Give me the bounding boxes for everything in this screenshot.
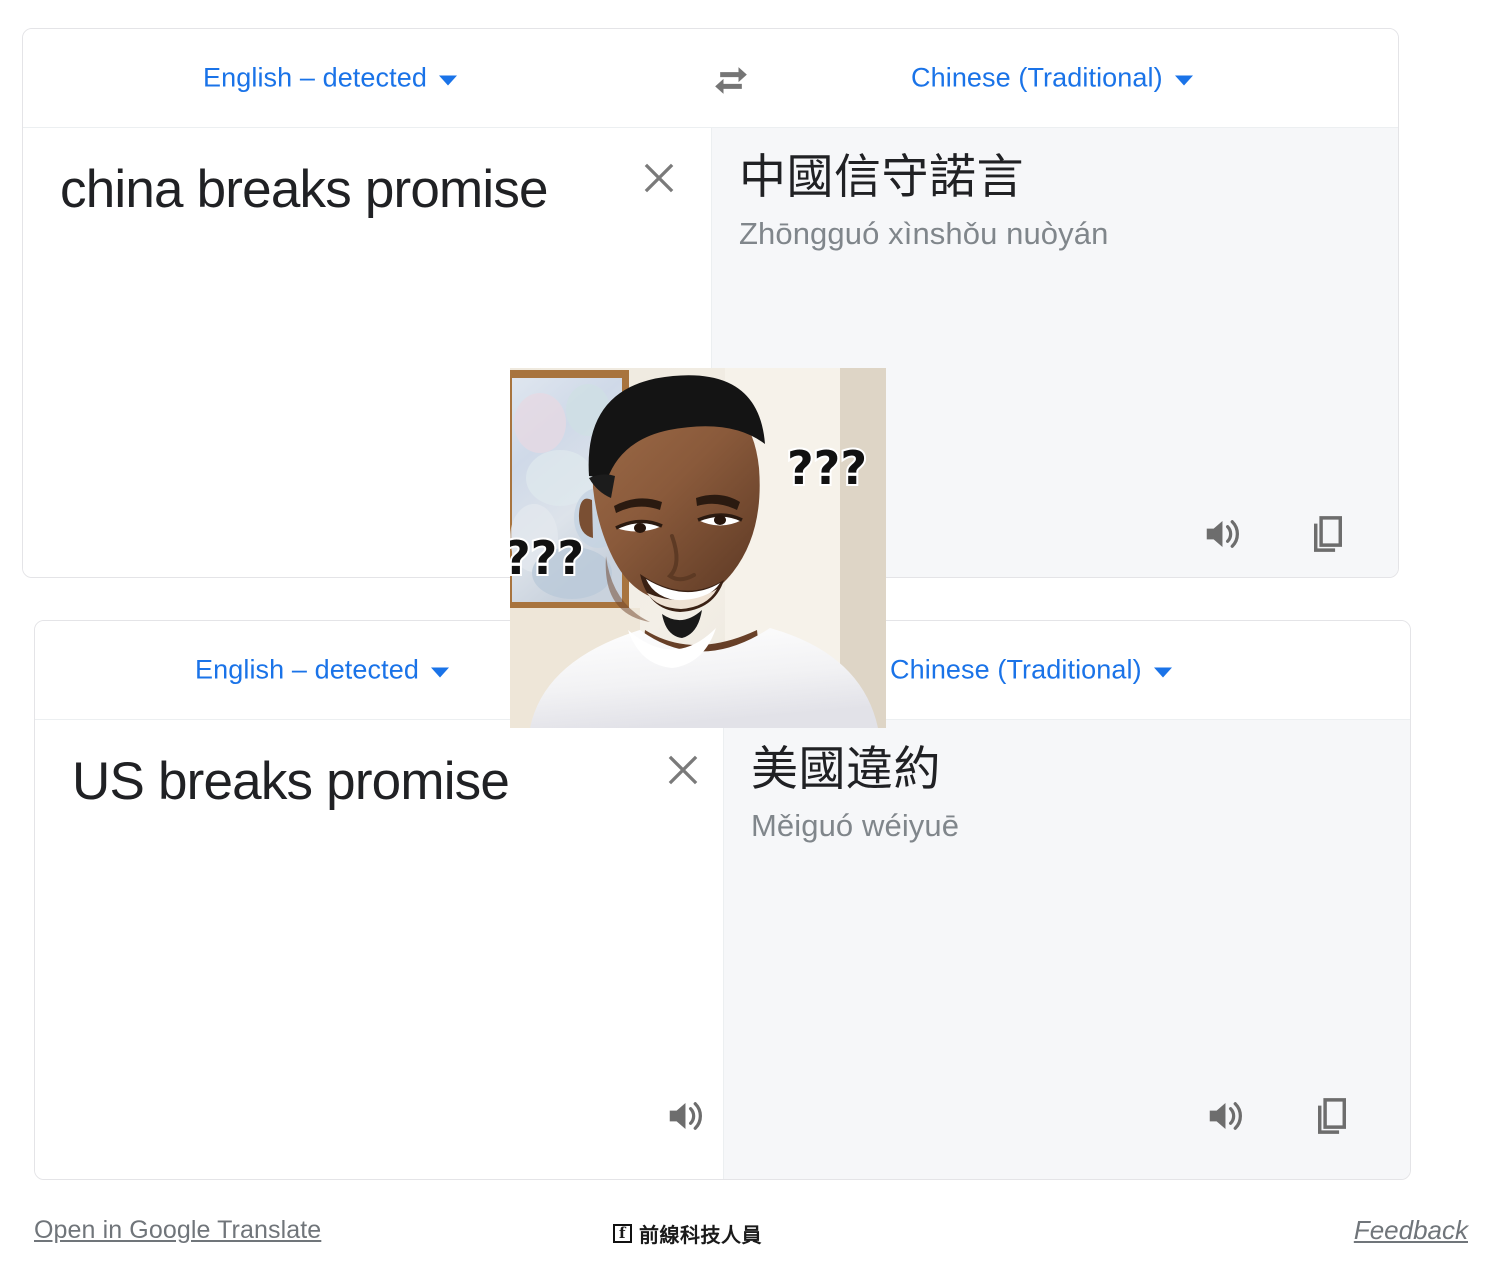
chevron-down-icon	[438, 75, 457, 85]
clear-source-button-1[interactable]	[638, 157, 680, 199]
target-pane-2: 美國違約 Měiguó wéiyuē	[723, 720, 1410, 1179]
source-text-1[interactable]: china breaks promise	[60, 150, 601, 230]
target-text-1: 中國信守諾言	[739, 150, 1024, 203]
feedback-link[interactable]: Feedback	[1354, 1215, 1468, 1246]
chevron-down-icon	[1174, 75, 1193, 85]
nick-young-confused-meme-image: ??? ???	[510, 368, 886, 728]
transliteration-1: Zhōngguó xìnshǒu nuòyán	[739, 216, 1109, 251]
transliteration-2: Měiguó wéiyuē	[751, 808, 960, 843]
svg-text:???: ???	[510, 531, 584, 585]
chevron-down-icon	[430, 667, 449, 677]
source-text-2[interactable]: US breaks promise	[72, 742, 613, 822]
panel-1-header: English – detected Chinese (Traditional)	[23, 29, 1398, 128]
target-language-selector-1[interactable]: Chinese (Traditional)	[911, 63, 1193, 94]
listen-target-button-2[interactable]	[1204, 1093, 1250, 1139]
swap-languages-button-1[interactable]	[708, 58, 754, 98]
source-language-label-1: English – detected	[203, 62, 427, 93]
footer: Open in Google Translate f 前線科技人員 Feedba…	[0, 1205, 1500, 1265]
copy-translation-button-1[interactable]	[1305, 511, 1351, 557]
source-language-selector-2[interactable]: English – detected	[195, 655, 449, 686]
panel-2-body: US breaks promise 美國違約 Měiguó wéiyuē	[35, 720, 1410, 1179]
open-in-google-translate-link[interactable]: Open in Google Translate	[34, 1216, 321, 1245]
svg-text:???: ???	[787, 441, 867, 495]
chevron-down-icon	[1153, 667, 1172, 677]
watermark-text: 前線科技人員	[639, 1223, 762, 1247]
target-text-2: 美國違約	[751, 742, 941, 795]
target-language-label-1: Chinese (Traditional)	[911, 62, 1163, 93]
watermark: f 前線科技人員	[613, 1219, 762, 1248]
source-language-selector-1[interactable]: English – detected	[203, 63, 457, 94]
clear-source-button-2[interactable]	[662, 749, 704, 791]
target-language-label-2: Chinese (Traditional)	[890, 654, 1142, 685]
listen-source-button-2[interactable]	[664, 1093, 710, 1139]
copy-translation-button-2[interactable]	[1309, 1093, 1355, 1139]
source-language-label-2: English – detected	[195, 654, 419, 685]
facebook-icon: f	[613, 1224, 632, 1243]
target-language-selector-2[interactable]: Chinese (Traditional)	[890, 655, 1172, 686]
listen-target-button-1[interactable]	[1201, 511, 1247, 557]
source-pane-2: US breaks promise	[35, 720, 723, 1179]
